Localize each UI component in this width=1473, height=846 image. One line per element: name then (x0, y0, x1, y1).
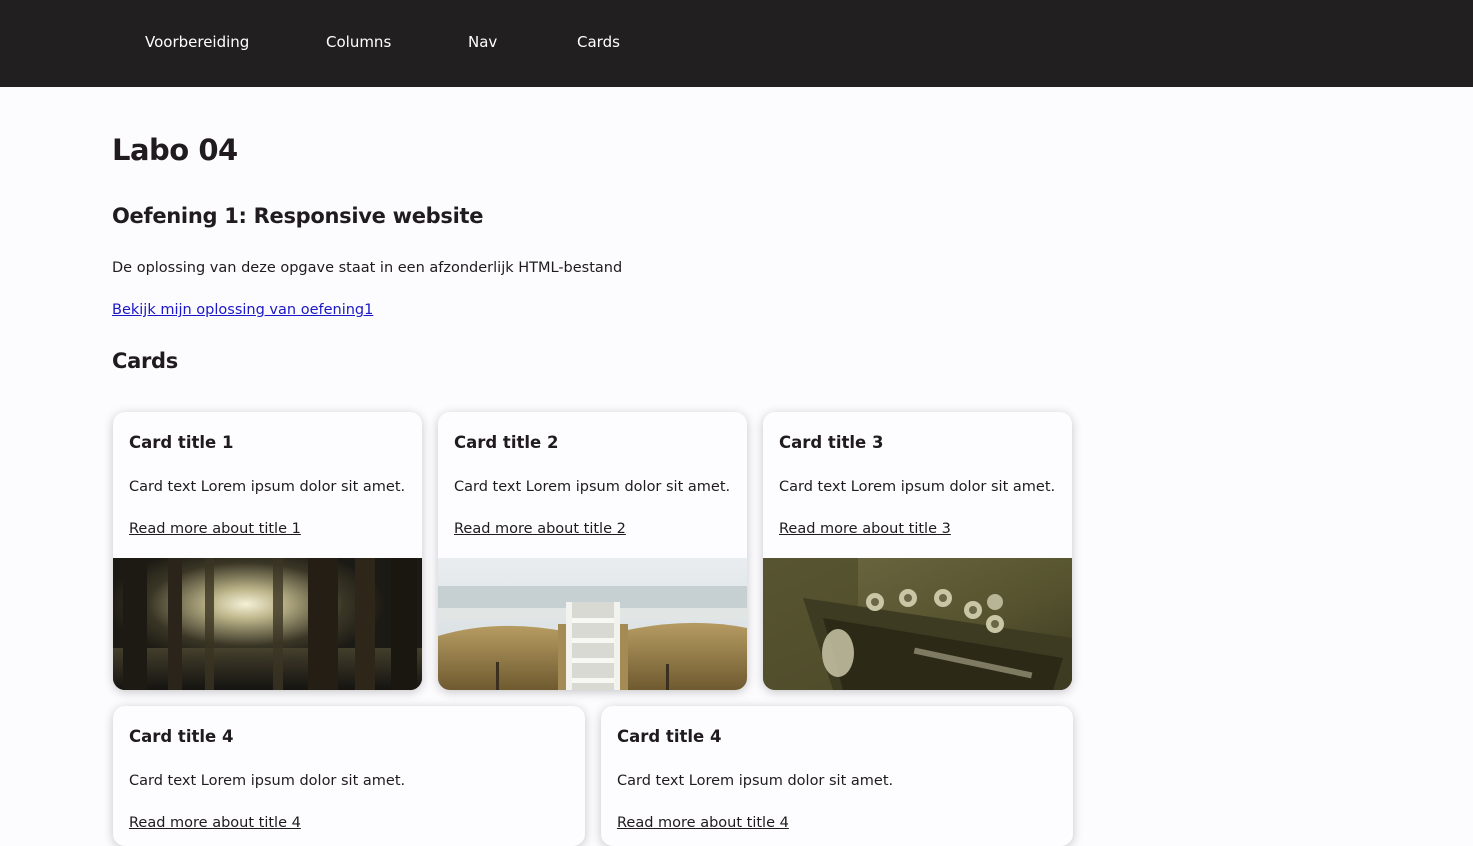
card-read-more-link[interactable]: Read more about title 2 (454, 519, 626, 539)
card-text: Card text Lorem ipsum dolor sit amet. (129, 773, 406, 789)
exercise-description: De oplossing van deze opgave staat in ee… (112, 260, 623, 276)
card: Card title 1 Card text Lorem ipsum dolor… (113, 412, 422, 690)
card-read-more-link[interactable]: Read more about title 3 (779, 519, 951, 539)
card: Card title 4 Card text Lorem ipsum dolor… (601, 706, 1073, 846)
nav-link-voorbereiding[interactable]: Voorbereiding (145, 32, 249, 52)
nav-link-cards[interactable]: Cards (577, 32, 620, 52)
exercise-heading: Oefening 1: Responsive website (112, 204, 484, 228)
card: Card title 4 Card text Lorem ipsum dolor… (113, 706, 585, 846)
card: Card title 2 Card text Lorem ipsum dolor… (438, 412, 747, 690)
nav-link-columns[interactable]: Columns (326, 32, 391, 52)
nav-link-nav[interactable]: Nav (468, 32, 497, 52)
card-text: Card text Lorem ipsum dolor sit amet. (454, 479, 731, 495)
beach-stairs-photo (438, 558, 747, 690)
guitar-headstock-photo (763, 558, 1072, 690)
card-text: Card text Lorem ipsum dolor sit amet. (129, 479, 406, 495)
card-title: Card title 1 (129, 433, 234, 452)
card-read-more-link[interactable]: Read more about title 4 (129, 813, 301, 833)
cards-heading: Cards (112, 349, 178, 373)
card-title: Card title 4 (617, 727, 722, 746)
card-read-more-link[interactable]: Read more about title 4 (617, 813, 789, 833)
card-text: Card text Lorem ipsum dolor sit amet. (779, 479, 1056, 495)
card-title: Card title 3 (779, 433, 884, 452)
exercise-solution-link[interactable]: Bekijk mijn oplossing van oefening1 (112, 300, 373, 320)
card-title: Card title 4 (129, 727, 234, 746)
top-navigation: Voorbereiding Columns Nav Cards (0, 0, 1473, 87)
card-read-more-link[interactable]: Read more about title 1 (129, 519, 301, 539)
card-text: Card text Lorem ipsum dolor sit amet. (617, 773, 894, 789)
card-title: Card title 2 (454, 433, 559, 452)
forest-photo (113, 558, 422, 690)
card: Card title 3 Card text Lorem ipsum dolor… (763, 412, 1072, 690)
page-title: Labo 04 (112, 133, 238, 167)
